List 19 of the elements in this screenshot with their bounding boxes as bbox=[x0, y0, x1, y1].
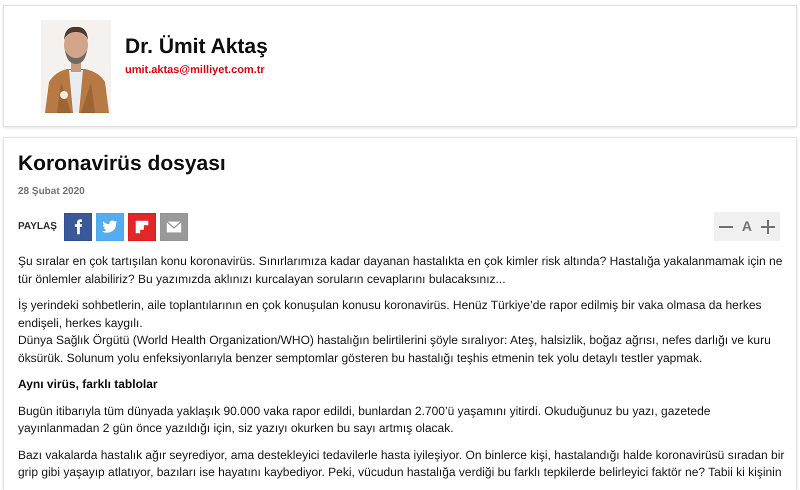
author-name: Dr. Ümit Aktaş bbox=[125, 34, 268, 60]
section-heading: Aynı virüs, farklı tablolar bbox=[18, 376, 159, 393]
increase-font-button[interactable] bbox=[760, 218, 776, 234]
bird-icon bbox=[100, 218, 119, 236]
share-label: PAYLAŞ bbox=[18, 220, 57, 234]
article-paragraph: Bazı vakalarda hastalık ağır seyrediyor, ama destekleyici tedavilerle hasta iyileşiyor. On binlerce kişi, hastalandığı halde koronavirüsü sıradan bir grip gibi yaşayıp atlatıyor, bazıları ise hayatını kaybediyor. Peki, vücudun hastalığa verdiği bu farklı tepkilerde belirleyici faktör ne? Tabii ki kişinin bbox=[18, 446, 786, 481]
article-title: Koronavirüs dosyası bbox=[18, 151, 226, 177]
facebook-share-button[interactable] bbox=[64, 212, 92, 240]
article-paragraph: Bugün itibarıyla tüm dünyada yaklaşık 90.000 vaka rapor edildi, bunlardan 2.700’ü yaşamını yitirdi. Okuduğunuz bu yazı, gazetede yayınlanmadan 2 gün önce yazıldığı için, siz yazıyı okurken bu sayı artmış olacak. bbox=[18, 402, 712, 437]
font-size-label[interactable]: A bbox=[742, 216, 752, 237]
article-paragraph: Şu sıralar en çok tartışılan konu koronavirüs. Sınırlarımıza kadar dayanan hastalıkta en çok kimler risk altında? Hastalığa yakalanmamak için ne tür önlemler alabiliriz? Bu yazımızda aklınızı kurcalayan soruların cevaplarını bulacaksınız... bbox=[18, 253, 784, 288]
minus-icon bbox=[718, 226, 733, 228]
article-paragraph: İş yerindeki sohbetlerin, aile toplantılarının en çok konuşulan konusu koronavirüs. Henüz Türkiye’de rapor edilmiş bir vaka olmasa da herkes endişeli, herkes kaygılı. Dünya Sağlık Örgütü (World Health Organization/WHO) hastalığın belirtilerini şöyle sıralıyor: Ateş, halsizlik, boğaz ağrısı, nefes darlığı ve kuru öksürük. Solunum yolu enfeksiyonlarıyla benzer semptomlar gösteren bu hastalığı teşhis etmenin tek yolu detaylı testler yapmak. bbox=[18, 297, 772, 366]
plus-icon bbox=[761, 220, 775, 234]
email-link[interactable]: umit.aktas@milliyet.com.tr bbox=[125, 62, 268, 78]
email-share-button[interactable] bbox=[160, 212, 188, 240]
flipboard-share-button[interactable] bbox=[128, 212, 156, 240]
flipboard-icon bbox=[132, 218, 151, 236]
article-date: 28 Şubat 2020 bbox=[18, 186, 85, 197]
